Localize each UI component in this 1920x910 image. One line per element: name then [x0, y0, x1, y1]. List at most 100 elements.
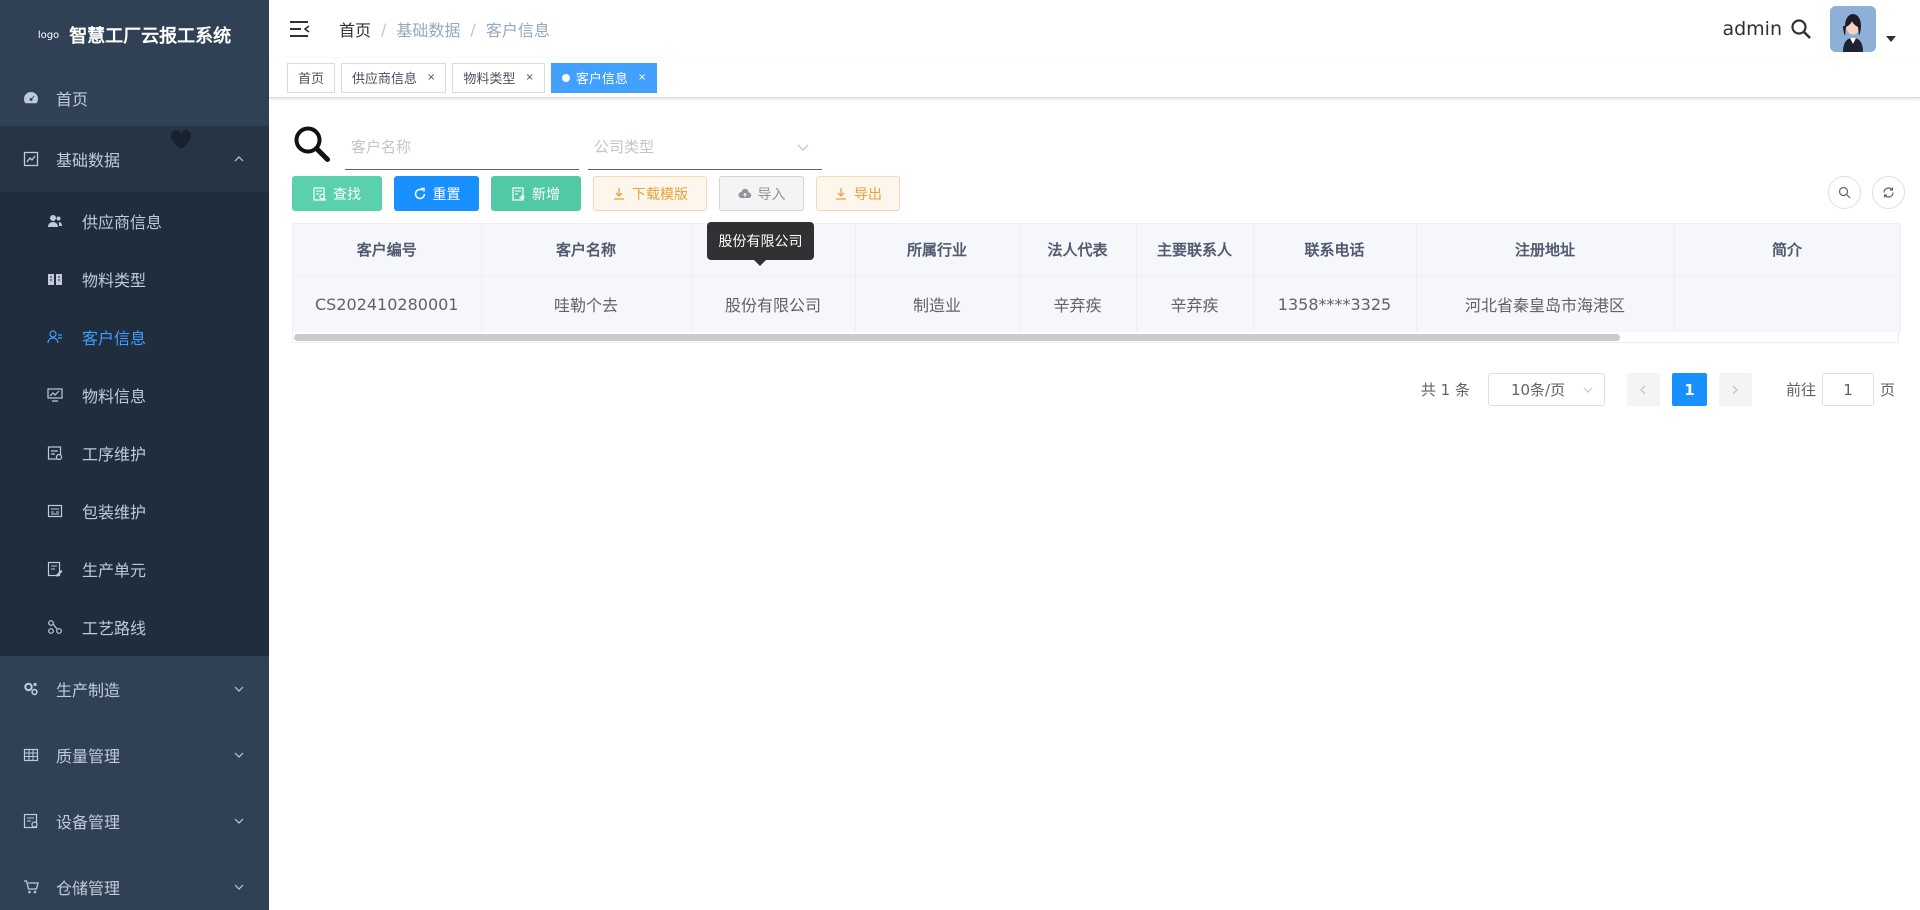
prev-page-button[interactable]	[1626, 373, 1660, 406]
table-icon	[22, 746, 40, 764]
sidebar: logo 智慧工厂云报工系统 首页 基础数据 供应商信息 物料类型 客户信息 物…	[0, 0, 269, 910]
sidebar-item-label: 物料信息	[82, 387, 147, 406]
edit-icon	[46, 560, 64, 578]
sidebar-item-customer[interactable]: 客户信息	[0, 308, 269, 366]
table-header-row: 客户编号 客户名称 公司类型 所属行业 法人代表 主要联系人 联系电话 注册地址…	[293, 224, 1901, 277]
caret-down-icon[interactable]	[1886, 35, 1896, 43]
export-button[interactable]: 导出	[816, 176, 900, 211]
sidebar-item-packaging[interactable]: 包装维护	[0, 482, 269, 540]
refresh-icon	[1883, 187, 1894, 198]
button-label: 查找	[333, 186, 361, 203]
sidebar-item-supplier[interactable]: 供应商信息	[0, 192, 269, 250]
chevron-down-icon	[1583, 387, 1593, 393]
column-header[interactable]: 所属行业	[855, 224, 1020, 277]
company-type-select[interactable]	[588, 132, 822, 162]
sidebar-item-material-type[interactable]: 物料类型	[0, 250, 269, 308]
page-number-current[interactable]: 1	[1671, 373, 1707, 406]
refresh-button[interactable]	[1872, 176, 1905, 209]
scrollbar-thumb[interactable]	[294, 334, 1620, 341]
dashboard-icon	[22, 89, 40, 107]
sidebar-item-production[interactable]: 生产制造	[0, 656, 269, 722]
breadcrumb: 首页 / 基础数据 / 客户信息	[339, 17, 550, 41]
column-header[interactable]: 法人代表	[1019, 224, 1137, 277]
close-icon[interactable]: ×	[525, 72, 533, 83]
avatar[interactable]	[1830, 6, 1876, 52]
add-button[interactable]: 新增	[491, 176, 581, 211]
hamburger-icon[interactable]	[289, 19, 311, 39]
customer-name-input[interactable]	[345, 132, 579, 162]
sidebar-item-production-unit[interactable]: 生产单元	[0, 540, 269, 598]
tag-label: 物料类型	[463, 72, 516, 87]
toggle-search-button[interactable]	[1828, 176, 1861, 209]
search-icon	[1838, 186, 1851, 199]
horizontal-scrollbar[interactable]	[293, 332, 1898, 342]
search-icon[interactable]	[1790, 18, 1812, 40]
customer-table: 客户编号 客户名称 公司类型 所属行业 法人代表 主要联系人 联系电话 注册地址…	[292, 223, 1901, 343]
breadcrumb-item-home[interactable]: 首页	[339, 17, 371, 41]
tag-label: 客户信息	[575, 72, 628, 87]
sidebar-item-process[interactable]: 工序维护	[0, 424, 269, 482]
next-page-button[interactable]	[1718, 373, 1752, 406]
user-icon	[46, 328, 64, 346]
tag-customer[interactable]: 客户信息 ×	[550, 62, 658, 93]
active-dot-icon	[561, 73, 570, 82]
sidebar-item-quality[interactable]: 质量管理	[0, 722, 269, 788]
button-label: 下载模版	[632, 186, 688, 203]
close-icon[interactable]: ×	[638, 72, 646, 83]
button-label: 重置	[432, 186, 461, 203]
list-icon	[46, 444, 64, 462]
sidebar-item-basic-data[interactable]: 基础数据	[0, 126, 269, 192]
pagination: 共 1 条 10条/页 1 前往 1 页	[1421, 373, 1895, 406]
heart-icon	[170, 130, 192, 149]
find-button[interactable]: 查找	[292, 176, 382, 211]
close-icon[interactable]: ×	[427, 72, 435, 83]
sidebar-item-label: 生产单元	[82, 561, 147, 580]
tag-material-type[interactable]: 物料类型 ×	[452, 62, 545, 93]
sidebar-item-equipment[interactable]: 设备管理	[0, 788, 269, 854]
table-cell: 辛弃疾	[1019, 276, 1137, 332]
table-cell: 制造业	[855, 276, 1020, 332]
column-header[interactable]: 注册地址	[1416, 224, 1675, 277]
sidebar-item-material-info[interactable]: 物料信息	[0, 366, 269, 424]
column-header[interactable]: 客户名称	[481, 224, 692, 277]
app-title: 智慧工厂云报工系统	[69, 26, 232, 47]
tag-home[interactable]: 首页	[287, 62, 336, 93]
header-right: admin	[1722, 0, 1896, 58]
download-template-button[interactable]: 下载模版	[593, 176, 707, 211]
reset-button[interactable]: 重置	[394, 176, 479, 211]
table-cell: 哇勒个去	[481, 276, 692, 332]
goto-page-input[interactable]: 1	[1821, 373, 1874, 406]
sidebar-item-label: 工艺路线	[82, 619, 147, 638]
table-cell: 辛弃疾	[1136, 276, 1254, 332]
column-header[interactable]: 客户编号	[293, 224, 482, 277]
column-header[interactable]: 联系电话	[1253, 224, 1417, 277]
username: admin	[1722, 18, 1782, 40]
upload-cloud-icon	[738, 188, 751, 198]
documentation-icon	[46, 270, 64, 288]
tag-label: 首页	[298, 72, 325, 87]
chevron-down-icon	[234, 752, 244, 758]
table-cell: CS202410280001	[293, 276, 482, 332]
peoples-icon	[46, 212, 64, 230]
chevron-left-icon	[1640, 385, 1646, 394]
sidebar-item-label: 首页	[56, 90, 89, 109]
tags-view: 首页 供应商信息 × 物料类型 × 客户信息 ×	[269, 58, 1920, 98]
sidebar-item-warehouse[interactable]: 仓储管理	[0, 854, 269, 910]
pagination-total: 共 1 条	[1420, 381, 1470, 399]
breadcrumb-separator: /	[381, 19, 387, 39]
sidebar-item-home[interactable]: 首页	[0, 70, 269, 126]
page-size-select[interactable]: 10条/页	[1487, 373, 1605, 406]
tag-supplier[interactable]: 供应商信息 ×	[341, 62, 447, 93]
sidebar-item-label: 供应商信息	[82, 213, 163, 232]
column-header[interactable]: 简介	[1674, 224, 1901, 277]
import-button[interactable]: 导入	[719, 176, 804, 211]
page-size-value: 10条/页	[1510, 381, 1566, 399]
download-icon	[836, 187, 846, 200]
gears-icon	[22, 680, 40, 698]
table-row[interactable]: CS202410280001 哇勒个去 股份有限公司 制造业 辛弃疾 辛弃疾 1…	[293, 276, 1901, 332]
button-label: 新增	[532, 186, 560, 203]
tag-label: 供应商信息	[352, 72, 418, 87]
chevron-down-icon	[797, 144, 809, 151]
column-header[interactable]: 主要联系人	[1136, 224, 1254, 277]
sidebar-item-route[interactable]: 工艺路线	[0, 598, 269, 656]
